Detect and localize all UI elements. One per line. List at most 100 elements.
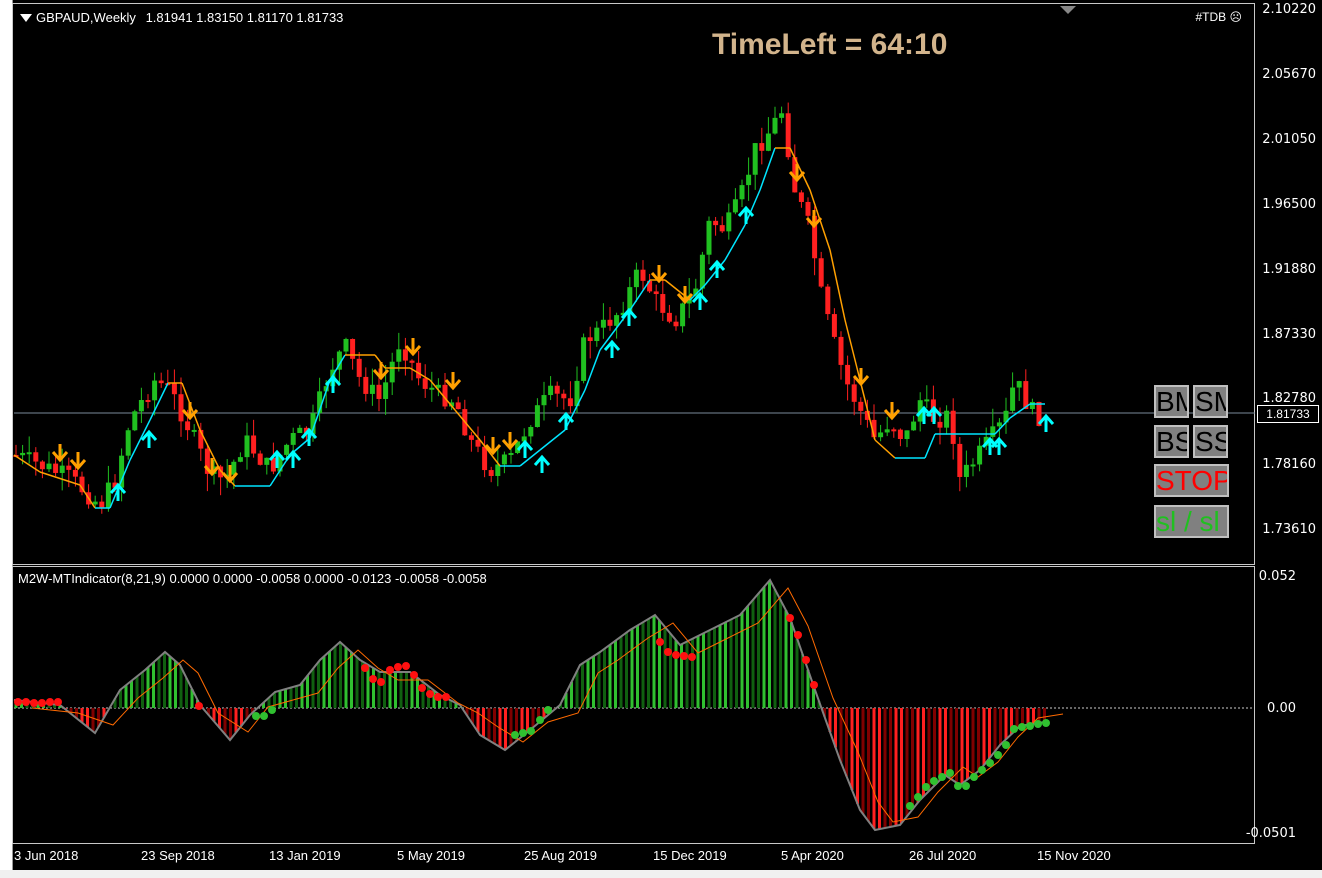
bull-dot [1010,725,1018,733]
candle-body [594,327,600,342]
candle-body [581,337,587,381]
bear-dot [664,648,672,656]
buy-signal-arrow-icon [140,429,158,448]
candle-body [185,421,191,431]
bear-dot [418,684,426,692]
stop-button[interactable]: STOP [1154,464,1229,497]
bear-dot [426,690,434,698]
trailing-stop-segment [829,249,846,321]
buy-signal-arrow-icon [533,454,551,473]
candle-body [468,435,474,440]
bull-dot [938,773,946,781]
bear-dot [802,656,810,664]
sell-signal-arrow-icon [444,372,462,391]
candle-body [389,361,395,383]
candle-body [152,380,158,401]
sell-signal-arrow-icon [852,368,870,387]
tdb-label: #TDB ☹ [1195,10,1242,24]
candle-body [950,410,956,444]
buy-signal-arrow-icon [557,411,575,430]
candle-body [284,444,290,455]
buy-stop-button[interactable]: BS [1154,425,1189,458]
time-tick-label: 13 Jan 2019 [269,848,341,863]
time-tick-label: 5 Apr 2020 [781,848,844,863]
time-tick-label: 15 Nov 2020 [1037,848,1111,863]
frown-icon: ☹ [1229,10,1242,24]
time-tick-label: 15 Dec 2019 [653,848,727,863]
candle-body [416,362,422,379]
candle-body [534,405,540,428]
sl-button[interactable]: sl / sl \ [1154,505,1229,538]
candle-body [53,463,59,473]
price-tick-label: 2.05670 [1262,67,1316,82]
bear-dot [410,671,418,679]
sell-signal-arrow-icon [69,452,87,471]
candle-body [739,185,745,200]
candle-body [343,338,349,352]
candle-body [1023,381,1029,409]
candle-body [944,410,950,428]
bull-dot [978,766,986,774]
buy-market-button[interactable]: BM [1154,385,1189,418]
candle-body [607,319,613,326]
candle-body [732,199,738,213]
candle-body [145,400,151,403]
bear-dot [14,698,22,706]
candle-body [363,376,369,394]
bull-dot [994,751,1002,759]
candle-body [455,402,461,410]
candle-body [746,174,752,186]
candle-body [996,422,1002,427]
candle-body [587,337,593,342]
buy-signal-arrow-icon [603,339,621,358]
sell-signal-arrow-icon [883,402,901,421]
price-tick-label: 1.96500 [1262,197,1316,212]
dropdown-triangle-icon[interactable] [20,14,32,22]
ohlc-values: 1.81941 1.83150 1.81170 1.81733 [145,10,344,25]
candle-body [726,212,732,232]
candle-body [264,457,270,465]
candle-body [396,349,402,362]
indicator-title: M2W-MTIndicator(8,21,9) 0.0000 0.0000 -0… [18,571,487,586]
candle-body [765,133,771,151]
candle-body [640,269,646,281]
candle-body [402,349,408,361]
candle-body [924,399,930,402]
scroll-marker-icon[interactable] [1060,6,1076,14]
candle-body [878,432,884,438]
candle-body [350,338,356,359]
bull-dot [519,729,527,737]
candle-body [957,443,963,477]
candle-body [845,364,851,385]
sell-stop-button[interactable]: SS [1193,425,1228,458]
chart-window[interactable]: GBPAUD,Weekly 1.81941 1.83150 1.81170 1.… [0,0,1322,878]
timeleft-label: TimeLeft = 64:10 [712,28,948,61]
candle-body [33,452,39,462]
indicator-tick-label: 0.00 [1267,701,1296,716]
candle-body [422,378,428,389]
candle-body [633,269,639,288]
candle-body [680,303,686,327]
bull-dot [962,782,970,790]
price-tick-label: 1.78160 [1262,457,1316,472]
bull-dot [906,802,914,810]
candle-body [356,358,362,377]
bear-dot [394,663,402,671]
trailing-stop-segment [874,439,896,459]
candle-body [20,452,26,456]
sell-market-button[interactable]: SM [1193,385,1228,418]
bull-dot [511,731,519,739]
trailing-stop-segment [924,433,936,459]
candle-body [666,312,672,322]
sell-signal-arrow-icon [404,338,422,357]
candle-body [46,463,52,470]
bear-dot [786,614,794,622]
candle-body [897,429,903,440]
time-tick-label: 3 Jun 2018 [14,848,79,863]
bull-dot [260,712,268,720]
candle-body [290,433,296,445]
symbol-label: GBPAUD,Weekly [36,10,136,25]
bear-dot [794,631,802,639]
candle-body [251,435,257,454]
candle-body [1029,401,1035,409]
